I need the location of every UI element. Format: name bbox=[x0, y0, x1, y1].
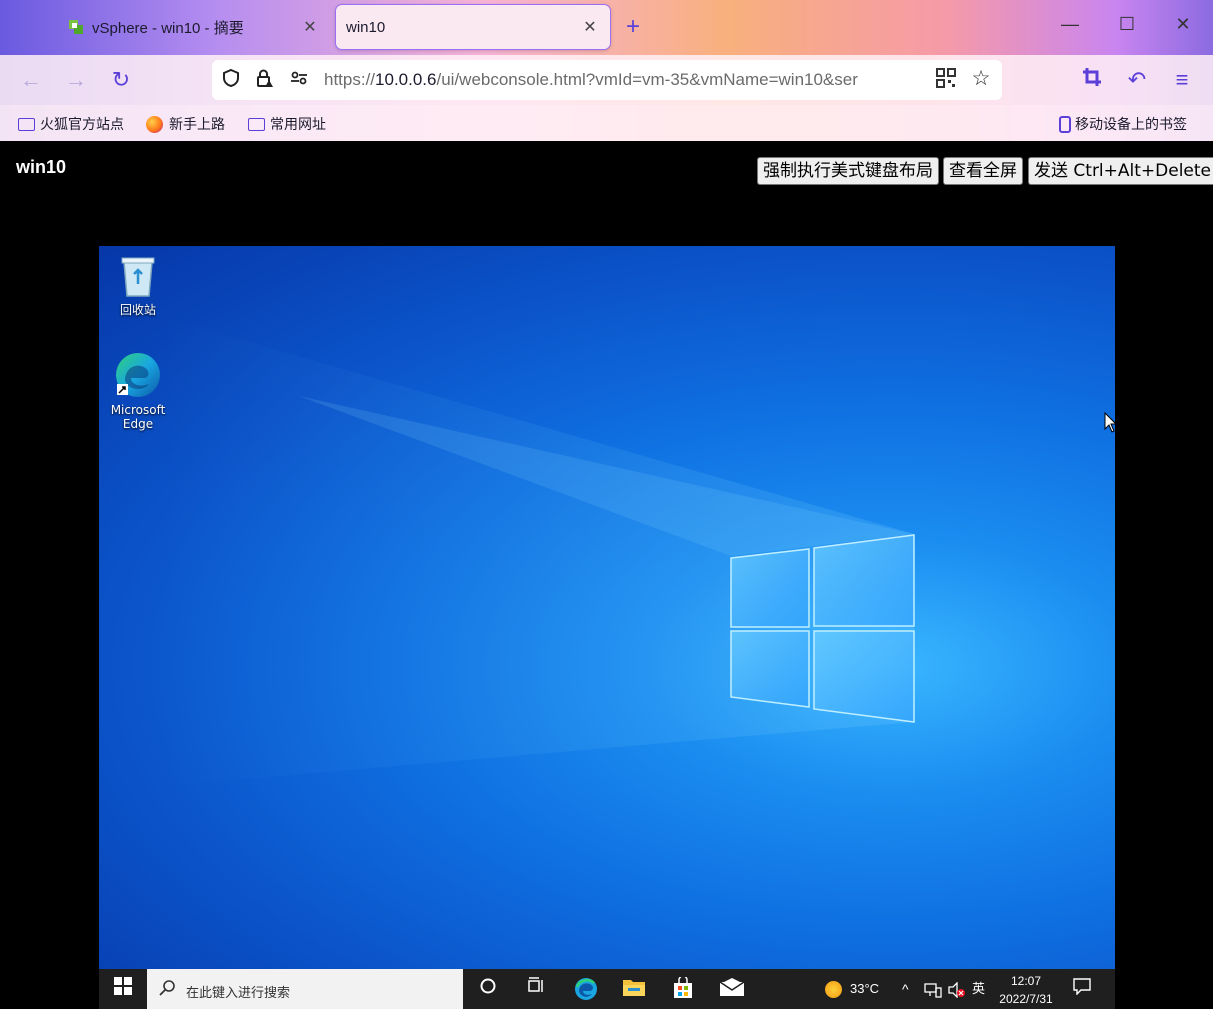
menu-icon[interactable]: ≡ bbox=[1167, 67, 1197, 93]
windows-start-icon[interactable] bbox=[110, 977, 136, 1001]
vm-title: win10 bbox=[16, 157, 67, 177]
vm-desktop-screen[interactable]: 回收站 Microsoft Edge bbox=[99, 246, 1115, 1009]
nav-bar: ← → ↻ https://10.0.0.6/ui/webconsole.htm… bbox=[0, 55, 1213, 105]
show-hidden-icons-icon[interactable]: ^ bbox=[902, 969, 909, 1009]
clock-date: 2022/7/31 bbox=[999, 992, 1053, 1006]
fullscreen-button[interactable]: 查看全屏 bbox=[943, 157, 1023, 185]
url-bar[interactable]: https://10.0.0.6/ui/webconsole.html?vmId… bbox=[212, 60, 1002, 100]
url-path: /ui/webconsole.html?vmId=vm-35&vmName=wi… bbox=[436, 70, 858, 89]
close-window-icon[interactable]: ✕ bbox=[1160, 14, 1206, 35]
weather-temp: 33°C bbox=[850, 981, 880, 996]
edge-icon bbox=[116, 353, 160, 397]
bookmark-star-icon[interactable]: ☆ bbox=[970, 68, 992, 90]
tab-bar: vSphere - win10 - 摘要 ✕ win10 ✕ + — ☐ ✕ bbox=[0, 0, 1213, 55]
volume-muted-icon[interactable] bbox=[948, 969, 966, 1009]
clock[interactable]: 12:07 2022/7/31 bbox=[995, 969, 1057, 1009]
close-tab-icon[interactable]: ✕ bbox=[580, 17, 600, 37]
vsphere-favicon-icon bbox=[68, 19, 84, 35]
microsoft-store-icon[interactable] bbox=[670, 975, 696, 1001]
force-us-keyboard-button[interactable]: 强制执行美式键盘布局 bbox=[757, 157, 939, 185]
firefox-icon bbox=[146, 115, 163, 133]
mobile-device-icon bbox=[1059, 115, 1071, 133]
desktop-icon-recycle-bin[interactable]: 回收站 bbox=[99, 254, 178, 318]
clock-time: 12:07 bbox=[1010, 974, 1042, 988]
tab-win10[interactable]: win10 ✕ bbox=[336, 5, 610, 49]
cortana-icon[interactable] bbox=[475, 977, 501, 1001]
desktop-icon-label: 回收站 bbox=[119, 303, 156, 317]
url-prefix: https:// bbox=[324, 70, 376, 89]
folder-icon bbox=[18, 117, 35, 131]
forward-icon[interactable]: → bbox=[61, 67, 91, 93]
mobile-bookmarks[interactable]: 移动设备上的书签 bbox=[1059, 114, 1187, 134]
bookmarks-bar: 火狐官方站点 新手上路 常用网址 移动设备上的书签 bbox=[0, 105, 1213, 141]
tab-label: win10 bbox=[346, 18, 386, 36]
shield-icon[interactable] bbox=[220, 68, 242, 90]
mobile-bookmarks-label: 移动设备上的书签 bbox=[1075, 116, 1187, 132]
permissions-icon[interactable] bbox=[288, 68, 310, 90]
qr-code-icon[interactable] bbox=[935, 68, 957, 90]
back-icon[interactable]: ← bbox=[16, 67, 46, 93]
minimize-icon[interactable]: — bbox=[1047, 14, 1093, 35]
windows-wallpaper-logo bbox=[159, 316, 915, 786]
search-placeholder: 在此键入进行搜索 bbox=[186, 985, 291, 1000]
url-host: 10.0.0.6 bbox=[375, 70, 437, 89]
bookmark-label: 新手上路 bbox=[169, 116, 225, 132]
bookmark-folder-common[interactable]: 常用网址 bbox=[248, 114, 326, 134]
close-tab-icon[interactable]: ✕ bbox=[300, 17, 320, 37]
bookmark-label: 常用网址 bbox=[270, 116, 326, 132]
new-tab-button[interactable]: + bbox=[626, 14, 640, 40]
ime-indicator[interactable]: 英 bbox=[972, 969, 985, 1009]
folder-icon bbox=[248, 117, 265, 131]
task-view-icon[interactable] bbox=[523, 977, 549, 1001]
send-ctrl-alt-delete-button[interactable]: 发送 Ctrl+Alt+Delete bbox=[1028, 157, 1213, 185]
search-icon bbox=[159, 979, 177, 1000]
bookmark-label: 火狐官方站点 bbox=[40, 116, 124, 132]
sun-icon bbox=[825, 981, 842, 999]
undo-icon[interactable]: ↶ bbox=[1122, 67, 1152, 93]
tab-label: vSphere - win10 - 摘要 bbox=[92, 19, 244, 37]
desktop-icon-edge[interactable]: Microsoft Edge bbox=[99, 350, 178, 431]
screenshot-crop-icon[interactable] bbox=[1077, 67, 1107, 93]
recycle-bin-icon bbox=[121, 257, 155, 297]
mail-icon[interactable] bbox=[719, 977, 745, 1001]
tab-vsphere[interactable]: vSphere - win10 - 摘要 ✕ bbox=[58, 5, 330, 49]
url-text[interactable]: https://10.0.0.6/ui/webconsole.html?vmId… bbox=[324, 70, 924, 90]
bookmark-folder-firefox[interactable]: 火狐官方站点 bbox=[18, 114, 124, 134]
network-icon[interactable] bbox=[924, 969, 942, 1009]
lock-warning-icon[interactable] bbox=[253, 68, 275, 90]
bookmark-getting-started[interactable]: 新手上路 bbox=[146, 114, 225, 134]
weather-widget[interactable]: 33°C bbox=[825, 969, 879, 1009]
windows-taskbar: 在此键入进行搜索 33°C ^ 英 12:07 2022/7/31 bbox=[99, 969, 1115, 1009]
edge-taskbar-icon[interactable] bbox=[573, 977, 599, 1001]
maximize-icon[interactable]: ☐ bbox=[1104, 14, 1150, 35]
file-explorer-icon[interactable] bbox=[621, 977, 647, 1001]
browser-chrome: vSphere - win10 - 摘要 ✕ win10 ✕ + — ☐ ✕ ←… bbox=[0, 0, 1213, 141]
reload-icon[interactable]: ↻ bbox=[106, 67, 136, 93]
mouse-cursor-icon bbox=[1104, 412, 1115, 433]
action-center-icon[interactable] bbox=[1069, 977, 1095, 1001]
taskbar-search-box[interactable]: 在此键入进行搜索 bbox=[147, 969, 463, 1009]
desktop-icon-label: Microsoft Edge bbox=[110, 403, 166, 431]
